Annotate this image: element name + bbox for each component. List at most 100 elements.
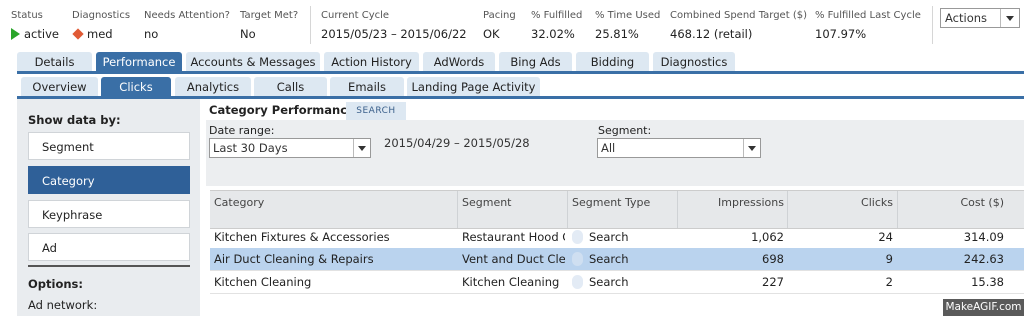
tab-performance[interactable]: Performance [96, 52, 182, 72]
show-by-keyphrase[interactable]: Keyphrase [28, 200, 190, 228]
date-range-select[interactable]: Last 30 Days [209, 138, 371, 158]
segment-label: Segment: [598, 124, 652, 137]
cell-impressions: 227 [762, 275, 784, 289]
current-cycle-value: 2015/05/23 – 2015/06/22 [321, 27, 467, 41]
dropdown-arrow [1000, 9, 1019, 27]
cell-impressions: 1,062 [751, 230, 784, 244]
options-title: Options: [28, 277, 83, 291]
divider [567, 191, 568, 228]
diagnostics-label: Diagnostics [72, 10, 131, 21]
tab-bidding[interactable]: Bidding [576, 52, 649, 72]
diamond-warning-icon [72, 28, 84, 40]
tab-action-history[interactable]: Action History [324, 52, 419, 72]
diagnostics-text: med [87, 27, 113, 41]
tab-details[interactable]: Details [17, 52, 92, 72]
status-text: active [24, 27, 59, 41]
table-row[interactable]: Kitchen Fixtures & Accessories Restauran… [210, 226, 1024, 249]
pacing-label: Pacing [483, 10, 516, 21]
cell-segment-type: Search [572, 271, 672, 293]
subtab-landing-page-activity[interactable]: Landing Page Activity [407, 77, 540, 97]
cell-cost: 314.09 [963, 230, 1004, 244]
divider [28, 265, 190, 267]
tab-accounts-messages[interactable]: Accounts & Messages [186, 52, 320, 72]
tab-bing-ads[interactable]: Bing Ads [499, 52, 572, 72]
subtab-calls[interactable]: Calls [254, 77, 327, 97]
show-by-ad[interactable]: Ad [28, 233, 190, 261]
cell-clicks: 24 [878, 230, 893, 244]
show-data-by-title: Show data by: [28, 113, 121, 127]
divider [932, 6, 933, 44]
target-met-label: Target Met? [240, 10, 299, 21]
search-type-icon [572, 252, 583, 266]
cell-clicks: 2 [885, 275, 893, 289]
segment-type-text: Search [589, 230, 629, 244]
chevron-down-icon [358, 146, 366, 151]
chevron-down-icon [748, 146, 756, 151]
col-segment-type[interactable]: Segment Type [572, 191, 650, 228]
divider [457, 191, 458, 228]
col-segment[interactable]: Segment [462, 191, 512, 228]
cell-segment-type: Search [572, 248, 672, 270]
search-button[interactable]: SEARCH [346, 102, 406, 120]
cell-category: Kitchen Fixtures & Accessories [214, 230, 390, 244]
play-icon [11, 28, 20, 40]
target-met-value: No [240, 27, 256, 41]
subtab-emails[interactable]: Emails [330, 77, 404, 97]
ad-network-label: Ad network: [28, 298, 98, 312]
search-type-icon [572, 230, 583, 244]
date-range-text: 2015/04/29 – 2015/05/28 [384, 136, 530, 150]
diagnostics-value: med [72, 27, 113, 41]
cell-category: Air Duct Cleaning & Repairs [214, 252, 374, 266]
cell-impressions: 698 [762, 252, 784, 266]
show-by-segment[interactable]: Segment [28, 132, 190, 160]
segment-type-text: Search [589, 252, 629, 266]
col-category[interactable]: Category [214, 191, 264, 228]
table-row[interactable]: Air Duct Cleaning & Repairs Vent and Duc… [210, 248, 1024, 271]
pct-fulfilled-label: % Fulfilled [531, 10, 583, 21]
current-cycle-label: Current Cycle [321, 10, 390, 21]
divider [310, 6, 311, 44]
actions-dropdown[interactable]: Actions [940, 8, 1020, 28]
needs-attention-value: no [144, 27, 159, 41]
combined-spend-value: 468.12 (retail) [670, 27, 753, 41]
segment-select[interactable]: All [597, 138, 761, 158]
chevron-down-icon [1006, 16, 1014, 21]
dropdown-arrow [743, 139, 760, 157]
subtab-clicks[interactable]: Clicks [101, 77, 171, 97]
pacing-value: OK [483, 27, 500, 41]
cell-segment: Vent and Duct Clea [462, 252, 565, 266]
col-clicks[interactable]: Clicks [788, 191, 893, 228]
tab-adwords[interactable]: AdWords [423, 52, 495, 72]
pct-time-used-value: 25.81% [595, 27, 639, 41]
cell-cost: 15.38 [971, 275, 1004, 289]
cell-category: Kitchen Cleaning [214, 275, 312, 289]
cell-clicks: 9 [885, 252, 893, 266]
tab-underline [17, 71, 1024, 74]
page-title: Category Performance [209, 103, 355, 117]
date-range-value: Last 30 Days [213, 141, 288, 155]
subtab-analytics[interactable]: Analytics [175, 77, 251, 97]
show-by-category[interactable]: Category [28, 166, 190, 194]
date-range-label: Date range: [209, 124, 275, 137]
tab-diagnostics[interactable]: Diagnostics [653, 52, 735, 72]
cell-segment: Kitchen Cleaning [462, 275, 560, 289]
col-cost[interactable]: Cost ($) [898, 191, 1004, 228]
pct-fulfilled-last-value: 107.97% [815, 27, 867, 41]
subtab-overview[interactable]: Overview [21, 77, 98, 97]
actions-dropdown-label: Actions [945, 11, 988, 25]
col-impressions[interactable]: Impressions [678, 191, 784, 228]
watermark-badge: MakeAGIF.com [943, 299, 1024, 316]
pct-time-used-label: % Time Used [595, 10, 661, 21]
show-data-by-panel: Show data by: Segment Category Keyphrase… [17, 99, 200, 316]
status-label: Status [11, 10, 43, 21]
needs-attention-label: Needs Attention? [144, 10, 230, 21]
segment-value: All [601, 141, 616, 155]
table-header: Category Segment Segment Type Impression… [210, 190, 1024, 229]
table-row[interactable]: Kitchen Cleaning Kitchen Cleaning Search… [210, 271, 1024, 294]
cell-cost: 242.63 [963, 252, 1004, 266]
cell-segment-type: Search [572, 226, 672, 248]
status-value: active [11, 27, 59, 41]
pct-fulfilled-value: 32.02% [531, 27, 575, 41]
cell-segment: Restaurant Hood Cl [462, 230, 565, 244]
combined-spend-label: Combined Spend Target ($) [670, 10, 807, 21]
